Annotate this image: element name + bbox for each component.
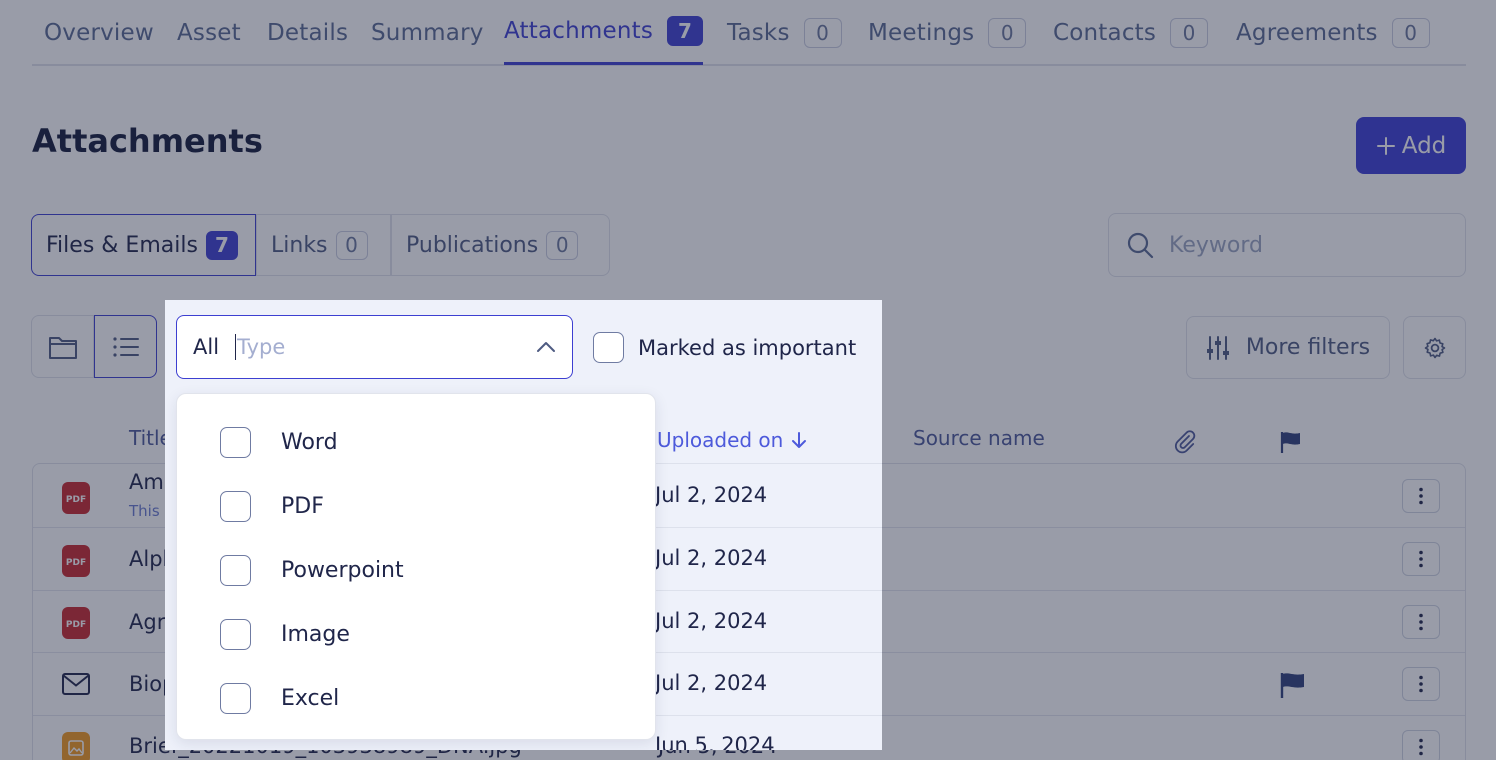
important-checkbox[interactable] (593, 332, 624, 363)
option-checkbox[interactable] (220, 490, 251, 522)
option-label: PDF (281, 493, 324, 519)
option-label: Image (281, 621, 350, 647)
row-divider (655, 715, 882, 716)
filter-popover: Jul 2, 2024 Jul 2, 2024 Jul 2, 2024 Jul … (165, 300, 882, 750)
option-checkbox[interactable] (220, 618, 251, 650)
option-checkbox[interactable] (220, 426, 251, 458)
type-option-powerpoint[interactable]: Powerpoint (220, 550, 404, 590)
type-search-input[interactable] (237, 335, 498, 359)
arrow-down-icon (792, 432, 807, 448)
option-checkbox[interactable] (220, 682, 251, 714)
row-date: Jun 5, 2024 (655, 733, 775, 750)
type-options-menu: Word PDF Powerpoint Image Excel (176, 393, 656, 740)
option-checkbox[interactable] (220, 554, 251, 586)
option-label: Excel (281, 685, 340, 711)
text-cursor (235, 334, 237, 360)
row-date: Jul 2, 2024 (655, 546, 768, 570)
type-select[interactable]: All (176, 315, 573, 379)
row-date: Jul 2, 2024 (655, 483, 768, 507)
column-header-uploaded-on[interactable]: Uploaded on (657, 428, 807, 452)
option-label: Word (281, 429, 338, 455)
type-option-pdf[interactable]: PDF (220, 486, 324, 526)
chevron-up-icon[interactable] (536, 338, 556, 356)
row-divider (655, 652, 882, 653)
column-header-label: Uploaded on (657, 428, 784, 452)
row-divider (655, 527, 882, 528)
marked-as-important-toggle[interactable]: Marked as important (593, 332, 856, 363)
row-date: Jul 2, 2024 (655, 609, 768, 633)
option-label: Powerpoint (281, 557, 404, 583)
type-option-excel[interactable]: Excel (220, 678, 339, 718)
type-option-image[interactable]: Image (220, 614, 350, 654)
type-select-value: All (193, 335, 220, 359)
row-divider (655, 463, 882, 464)
row-divider (655, 590, 882, 591)
type-option-word[interactable]: Word (220, 422, 338, 462)
important-label: Marked as important (638, 335, 857, 360)
row-date: Jul 2, 2024 (655, 671, 768, 695)
